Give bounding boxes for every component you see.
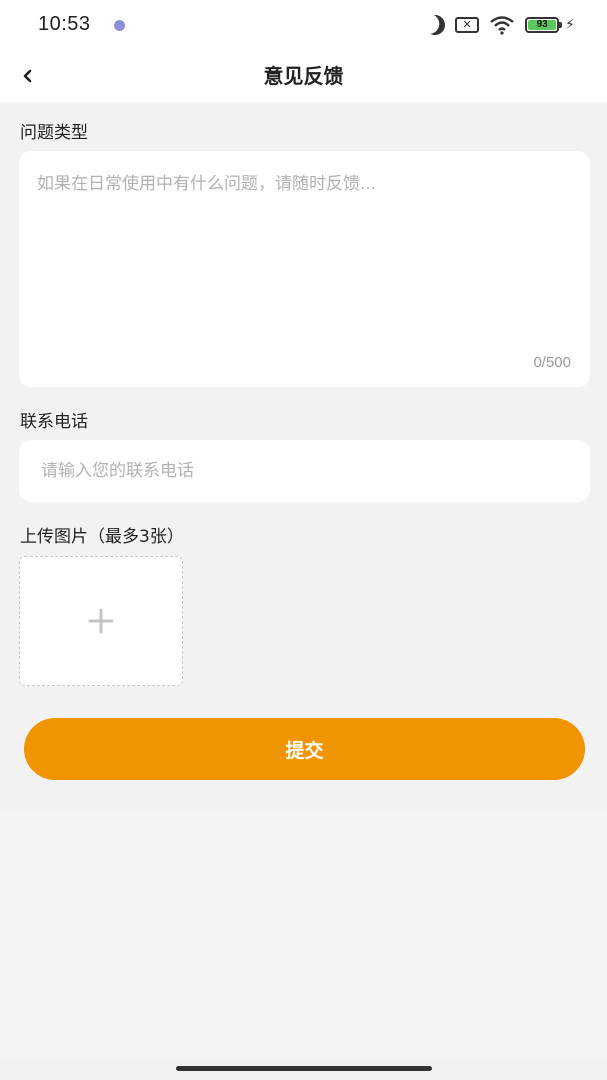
notification-icon (114, 20, 125, 31)
battery-icon: 93 (525, 17, 563, 33)
upload-label: 上传图片（最多3张） (20, 527, 184, 547)
feedback-card: 0/500 (19, 151, 590, 387)
empty-area (0, 810, 607, 1058)
status-bar: 10:53 ✕ 93 ⚡ (0, 0, 607, 50)
home-indicator[interactable] (176, 1066, 432, 1071)
char-counter: 0/500 (533, 354, 571, 371)
phone-label: 联系电话 (20, 412, 88, 432)
status-time: 10:53 (38, 13, 91, 35)
charging-icon: ⚡ (565, 17, 575, 33)
battery-level: 93 (528, 20, 557, 30)
wifi-icon (490, 16, 514, 35)
submit-button[interactable]: 提交 (24, 718, 585, 780)
phone-input[interactable] (19, 440, 590, 502)
upload-image-button[interactable] (19, 556, 183, 686)
feedback-textarea[interactable] (19, 151, 590, 387)
status-icons: ✕ 93 ⚡ (425, 14, 575, 36)
issue-type-label: 问题类型 (20, 123, 88, 143)
nav-bar: 意见反馈 (0, 50, 607, 102)
sim-disabled-icon: ✕ (455, 17, 480, 33)
page-title: 意见反馈 (263, 64, 344, 88)
phone-card (19, 440, 590, 502)
plus-icon (88, 608, 114, 634)
do-not-disturb-icon (422, 12, 448, 38)
